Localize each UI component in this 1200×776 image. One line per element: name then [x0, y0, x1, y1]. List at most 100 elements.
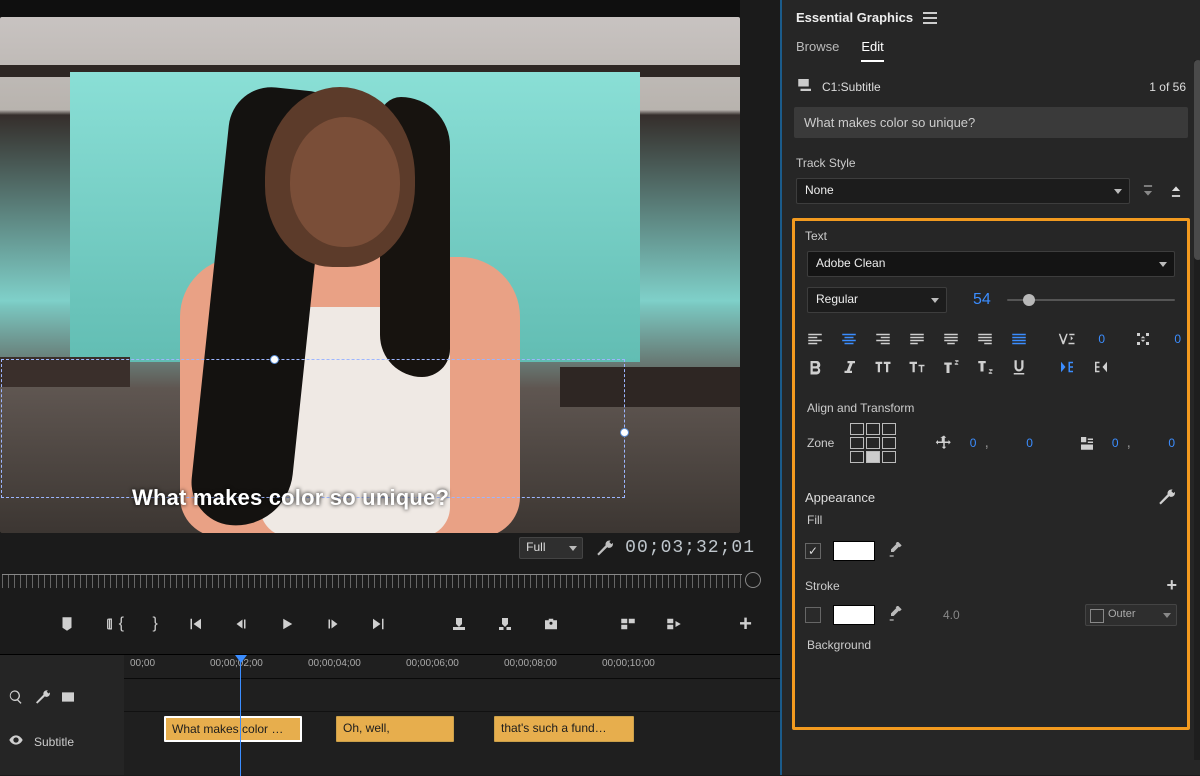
fill-eyedropper-icon[interactable] [887, 542, 903, 561]
anchor-x[interactable]: 0 [1105, 436, 1119, 450]
tick: 00;00 [130, 658, 155, 669]
allcaps-icon[interactable] [873, 357, 893, 377]
italic-icon[interactable] [839, 357, 859, 377]
rtl-icon[interactable] [1091, 357, 1111, 377]
comparison-view-button[interactable] [619, 614, 637, 634]
stroke-swatch[interactable] [833, 605, 875, 625]
program-timecode[interactable]: 00;03;32;01 [625, 538, 755, 558]
justify-right-icon[interactable] [975, 329, 995, 349]
text-section-highlight: Text Adobe Clean Regular 54 0 [792, 218, 1190, 730]
playhead[interactable] [240, 655, 241, 776]
add-stroke-button[interactable]: + [1166, 575, 1177, 596]
left-pane: What makes color so unique? Full 00;03;3… [0, 0, 780, 775]
step-back-button[interactable] [232, 614, 250, 634]
go-to-in-button[interactable] [186, 614, 204, 634]
monitor-scrubber[interactable] [0, 566, 765, 596]
subtitle-text-field[interactable]: What makes color so unique? [794, 107, 1188, 138]
fill-label: Fill [799, 511, 1183, 535]
align-right-icon[interactable] [873, 329, 893, 349]
subscript-icon[interactable] [975, 357, 995, 377]
extract-button[interactable] [496, 614, 514, 634]
tick: 00;00;02;00 [210, 658, 263, 669]
zone-grid[interactable] [850, 423, 896, 463]
handle-right[interactable] [620, 428, 629, 437]
stroke-eyedropper-icon[interactable] [887, 606, 903, 625]
subtitle-track-row[interactable]: What makes color … Oh, well, that's such… [124, 711, 780, 745]
anchor-icon [1077, 433, 1097, 453]
cc-icon[interactable] [60, 689, 76, 708]
font-size-slider[interactable] [1007, 292, 1175, 308]
panel-menu-icon[interactable] [923, 12, 937, 24]
ltr-icon[interactable] [1057, 357, 1077, 377]
position-icon [934, 433, 954, 453]
tsume-icon[interactable] [1133, 329, 1153, 349]
layer-count: 1 of 56 [1149, 80, 1186, 94]
monitor-settings-icon[interactable] [595, 539, 613, 557]
wrench-icon[interactable] [34, 689, 50, 708]
add-marker-button[interactable] [58, 614, 76, 634]
subtitle-clip[interactable]: that's such a fund… [494, 716, 634, 742]
track-style-label: Track Style [788, 150, 1194, 178]
subtitle-overlay[interactable]: What makes color so unique? [132, 485, 449, 511]
justify-left-icon[interactable] [907, 329, 927, 349]
pos-x[interactable]: 0 [962, 436, 976, 450]
font-weight-select[interactable]: Regular [807, 287, 947, 313]
play-button[interactable] [278, 614, 296, 634]
handle-top[interactable] [270, 355, 279, 364]
panel-scrollbar[interactable] [1194, 60, 1200, 760]
bold-icon[interactable] [805, 357, 825, 377]
stroke-type-select[interactable]: Outer [1085, 604, 1177, 626]
anchor-y[interactable]: 0 [1161, 436, 1175, 450]
pos-y[interactable]: 0 [1019, 436, 1033, 450]
zoom-knob-icon[interactable] [745, 572, 761, 588]
layer-name[interactable]: C1:Subtitle [822, 80, 881, 94]
fill-swatch[interactable] [833, 541, 875, 561]
track-style-select[interactable]: None [796, 178, 1130, 204]
smallcaps-icon[interactable] [907, 357, 927, 377]
justify-center-icon[interactable] [941, 329, 961, 349]
button-editor-button[interactable]: + [739, 611, 752, 637]
text-heading: Text [799, 227, 1183, 251]
search-icon[interactable] [8, 689, 24, 708]
go-to-out-button[interactable] [370, 614, 388, 634]
tick: 00;00;06;00 [406, 658, 459, 669]
stroke-checkbox[interactable] [805, 607, 821, 623]
underline-icon[interactable] [1009, 357, 1029, 377]
mark-in-button[interactable]: { [104, 614, 124, 634]
program-monitor[interactable]: What makes color so unique? [0, 0, 740, 533]
export-frame-button[interactable] [542, 614, 560, 634]
track-label: Subtitle [34, 735, 74, 749]
push-up-button[interactable] [1166, 181, 1186, 201]
monitor-footer: Full 00;03;32;01 [0, 533, 765, 563]
proxy-toggle-button[interactable] [665, 614, 683, 634]
push-down-button[interactable] [1138, 181, 1158, 201]
justify-full-icon[interactable] [1009, 329, 1029, 349]
subtitle-clip[interactable]: Oh, well, [336, 716, 454, 742]
caption-layer-icon [796, 76, 814, 97]
kerning-icon[interactable] [1057, 329, 1077, 349]
font-family-select[interactable]: Adobe Clean [807, 251, 1175, 277]
subtitle-timeline[interactable]: 00;00 00;00;02;00 00;00;04;00 00;00;06;0… [124, 654, 780, 775]
transport-bar: { } + [0, 606, 770, 642]
resolution-dropdown[interactable]: Full [519, 537, 583, 559]
align-center-icon[interactable] [839, 329, 859, 349]
zone-label: Zone [807, 436, 834, 450]
stroke-width[interactable]: 4.0 [943, 608, 960, 622]
lift-button[interactable] [450, 614, 468, 634]
mark-out-button[interactable]: } [152, 614, 158, 634]
superscript-icon[interactable] [941, 357, 961, 377]
tick: 00;00;08;00 [504, 658, 557, 669]
step-forward-button[interactable] [324, 614, 342, 634]
stroke-label: Stroke [805, 579, 840, 593]
align-left-icon[interactable] [805, 329, 825, 349]
kerning-value[interactable]: 0 [1091, 332, 1105, 346]
fill-checkbox[interactable] [805, 543, 821, 559]
tab-edit[interactable]: Edit [861, 39, 883, 62]
subtitle-clip[interactable]: What makes color … [164, 716, 302, 742]
appearance-settings-icon[interactable] [1155, 487, 1177, 507]
eye-icon[interactable] [8, 732, 24, 751]
font-size-value[interactable]: 54 [973, 291, 991, 309]
text-selection-box[interactable] [1, 359, 625, 498]
tab-browse[interactable]: Browse [796, 39, 839, 62]
tsume-value[interactable]: 0 [1167, 332, 1181, 346]
